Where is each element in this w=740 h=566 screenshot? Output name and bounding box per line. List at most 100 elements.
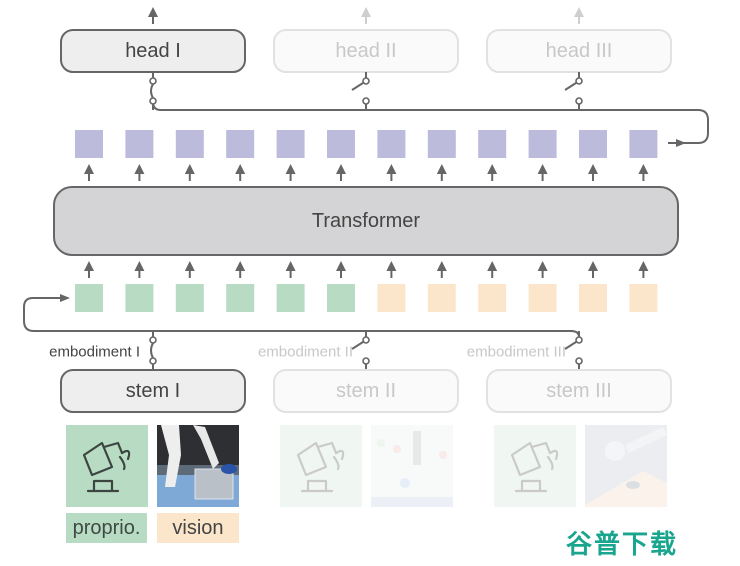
proprio-tile xyxy=(494,425,576,507)
head-3: head III xyxy=(486,7,672,73)
switch-contact xyxy=(575,357,583,365)
transformer-block: Transformer xyxy=(53,186,679,256)
input-bus-corner xyxy=(570,330,580,338)
switch-contact xyxy=(575,336,583,344)
output-token xyxy=(427,130,456,158)
embodiment-switch-1 xyxy=(149,331,157,370)
output-token xyxy=(629,130,658,158)
output-token xyxy=(327,130,355,158)
bus-arrowhead-icon xyxy=(60,294,70,302)
scene-ball xyxy=(377,439,385,447)
policy-architecture-diagram: head I head II head III Transformer embodi… xyxy=(23,7,709,560)
vision-token xyxy=(427,284,456,312)
proprio-token xyxy=(125,284,154,312)
vision-label: vision xyxy=(172,517,223,539)
output-token xyxy=(579,130,607,158)
proprio-tile-bg xyxy=(280,425,362,507)
head-switch-2 xyxy=(351,72,370,110)
head-label: head II xyxy=(335,40,396,62)
head-1: head I xyxy=(60,7,246,73)
output-token xyxy=(377,130,406,158)
scene-gripper xyxy=(605,441,625,461)
proprio-tile-bg xyxy=(66,425,148,507)
vision-token xyxy=(528,284,557,312)
vision-token xyxy=(377,284,406,312)
stem-label: stem I xyxy=(126,380,180,402)
stem-label: stem II xyxy=(336,380,396,402)
scene-ball xyxy=(400,478,410,488)
vision-token xyxy=(629,284,658,312)
proprio-tile-bg xyxy=(494,425,576,507)
watermark: 谷普下载 xyxy=(566,529,678,560)
stem-1: stem I xyxy=(60,369,246,413)
vision-token xyxy=(478,284,507,312)
embodiment-label: embodiment II xyxy=(258,344,353,361)
switch-lever-open xyxy=(351,82,364,91)
switch-lever-open xyxy=(564,82,577,91)
scene-bg xyxy=(371,425,453,507)
head-switch-3 xyxy=(564,72,583,110)
switch-contact xyxy=(149,97,157,105)
switch-contact xyxy=(149,77,157,85)
modality-labels: proprio. vision xyxy=(66,513,239,543)
head-2: head II xyxy=(273,7,459,73)
switch-contact xyxy=(575,97,583,105)
embodiment-switch-3 xyxy=(564,331,583,370)
embodiment-label: embodiment III xyxy=(467,344,566,361)
head-switch-1 xyxy=(149,72,157,110)
scene-ball xyxy=(393,445,401,453)
transformer-input-arrows xyxy=(84,261,649,278)
proprio-token xyxy=(175,284,204,312)
output-token xyxy=(226,130,255,158)
output-token xyxy=(276,130,305,158)
transformer-output-arrows xyxy=(84,164,649,181)
embodiment-switch-2 xyxy=(351,331,370,370)
switch-lever-open xyxy=(564,341,577,350)
stem-label: stem III xyxy=(546,380,612,402)
input-set-1 xyxy=(66,425,239,507)
stem-2: stem II xyxy=(273,369,459,413)
embodiment-label: embodiment I xyxy=(49,344,140,361)
transformer-label: Transformer xyxy=(312,210,421,232)
proprio-token xyxy=(327,284,355,312)
output-tokens-group xyxy=(75,130,658,158)
switch-contact xyxy=(362,336,370,344)
switch-contact xyxy=(575,77,583,85)
input-tokens-group xyxy=(75,284,658,312)
output-token xyxy=(175,130,204,158)
switch-contact xyxy=(362,97,370,105)
robot-scene-image xyxy=(371,425,453,507)
output-token xyxy=(75,130,103,158)
scene-gripper xyxy=(413,431,421,465)
switch-contact xyxy=(362,357,370,365)
proprio-label: proprio. xyxy=(73,517,141,539)
switch-lever-open xyxy=(351,341,364,350)
switch-contact xyxy=(149,336,157,344)
robot-scene-image xyxy=(157,425,239,507)
stems-group: stem I stem II stem III xyxy=(60,369,672,413)
stem-3: stem III xyxy=(486,369,672,413)
output-token xyxy=(125,130,154,158)
scene-object xyxy=(626,481,640,489)
output-token xyxy=(478,130,507,158)
heads-group: head I head II head III xyxy=(60,7,672,73)
inputs-group xyxy=(66,425,667,507)
robot-scene-image xyxy=(585,425,667,507)
input-set-3 xyxy=(494,425,667,507)
switch-lever-closed xyxy=(150,342,154,359)
input-set-2 xyxy=(280,425,453,507)
proprio-token xyxy=(226,284,255,312)
head-label: head III xyxy=(546,40,613,62)
vision-token xyxy=(579,284,607,312)
head-label: head I xyxy=(125,40,181,62)
output-token xyxy=(528,130,557,158)
scene-edge xyxy=(371,497,453,507)
switch-contact xyxy=(362,77,370,85)
proprio-tile xyxy=(280,425,362,507)
proprio-tile xyxy=(66,425,148,507)
switch-contact xyxy=(149,357,157,365)
scene-ball xyxy=(439,451,447,459)
switch-lever-closed xyxy=(150,83,154,99)
scene-object xyxy=(221,464,237,474)
bus-arrowhead-icon xyxy=(676,139,686,147)
